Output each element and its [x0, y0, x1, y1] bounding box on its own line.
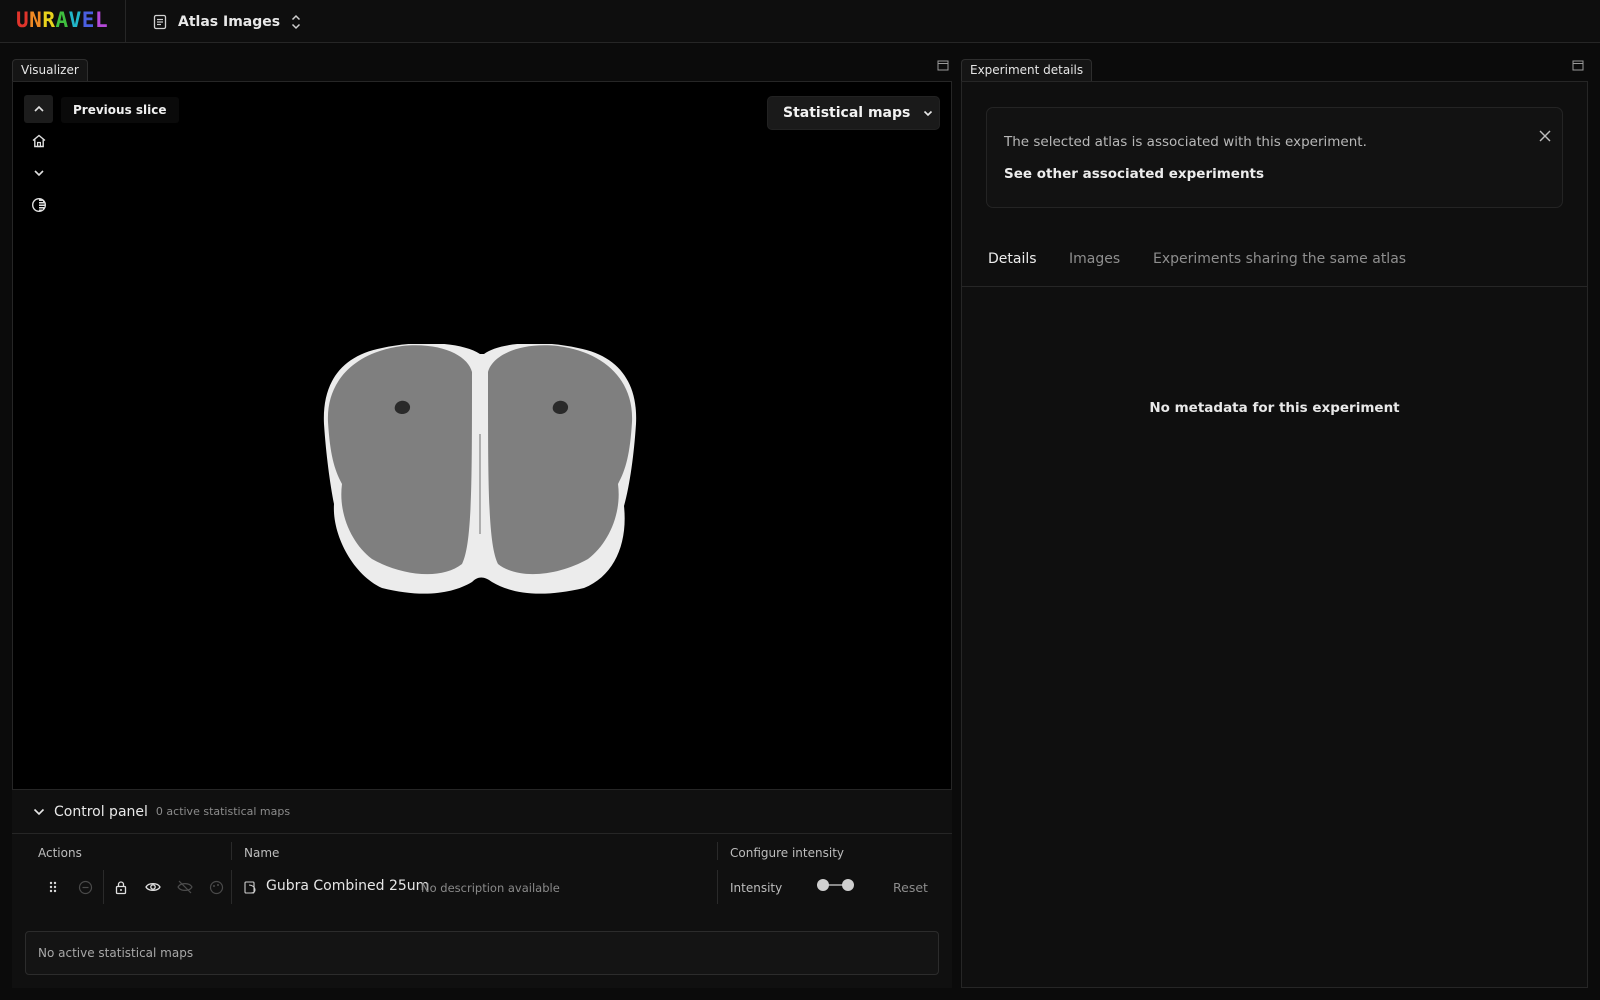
lock-icon[interactable]: [113, 879, 129, 895]
contrast-button[interactable]: [24, 191, 53, 219]
eye-icon[interactable]: [145, 879, 161, 895]
column-header-actions: Actions: [38, 846, 82, 860]
eye-off-icon[interactable]: [177, 879, 193, 895]
statistical-map-name: Gubra Combined 25um: [266, 878, 430, 894]
tooltip: Previous slice: [61, 97, 179, 123]
divider: [717, 870, 718, 904]
remove-icon[interactable]: [77, 879, 93, 895]
palette-icon[interactable]: [208, 879, 224, 895]
maximize-icon[interactable]: [1572, 60, 1584, 71]
control-panel-header[interactable]: Control panel 0 active statistical maps: [12, 790, 952, 834]
tab-experiment-details[interactable]: Experiment details: [961, 59, 1093, 81]
drag-handle-icon[interactable]: [45, 879, 61, 895]
logo-letter: R: [42, 8, 56, 32]
logo-letter: L: [94, 8, 109, 32]
atlas-notice-text: The selected atlas is associated with th…: [1004, 134, 1367, 150]
atlas-icon: [242, 879, 258, 895]
experiment-details-panel: [961, 81, 1588, 988]
statistical-map-description: No description available: [421, 881, 560, 895]
statistical-maps-dropdown[interactable]: Statistical maps: [767, 96, 940, 130]
top-bar: UNRAVEL Atlas Images: [0, 0, 1600, 43]
chevron-up-down-icon: [290, 13, 302, 31]
document-icon: [152, 14, 168, 30]
divider: [125, 0, 126, 43]
tab-visualizer[interactable]: Visualizer: [12, 59, 88, 81]
divider: [231, 842, 232, 860]
slider-handle-min[interactable]: [817, 879, 829, 891]
contrast-icon: [31, 197, 46, 213]
atlas-notice: The selected atlas is associated with th…: [986, 107, 1563, 208]
intensity-label: Intensity: [730, 881, 783, 895]
intensity-range-slider[interactable]: [817, 878, 854, 892]
chevron-up-icon: [33, 105, 44, 112]
logo-letter: A: [55, 8, 69, 32]
control-panel: Control panel 0 active statistical maps …: [12, 789, 952, 988]
logo-letter: U: [16, 8, 30, 32]
empty-state-message: No active statistical maps: [25, 931, 939, 975]
divider: [717, 842, 718, 860]
maximize-icon[interactable]: [937, 60, 949, 71]
divider: [103, 870, 104, 904]
dataset-selector-label: Atlas Images: [178, 14, 281, 30]
column-header-configure-intensity: Configure intensity: [730, 846, 844, 860]
divider: [231, 870, 232, 904]
chevron-down-icon: [924, 110, 933, 117]
logo-letter: N: [29, 8, 43, 32]
see-other-experiments-link[interactable]: See other associated experiments: [1004, 166, 1264, 182]
logo-letter: E: [81, 8, 95, 32]
statistical-maps-label: Statistical maps: [783, 105, 911, 121]
chevron-down-icon[interactable]: [32, 805, 46, 819]
dataset-selector[interactable]: Atlas Images: [152, 10, 302, 34]
app-logo[interactable]: UNRAVEL: [16, 8, 108, 32]
control-panel-title: Control panel: [54, 803, 148, 820]
previous-slice-button[interactable]: [24, 95, 53, 123]
column-header-name: Name: [244, 846, 280, 860]
home-icon: [32, 134, 45, 148]
no-metadata-message: No metadata for this experiment: [1149, 400, 1400, 416]
tab-experiments-sharing-atlas[interactable]: Experiments sharing the same atlas: [1153, 251, 1406, 267]
control-panel-subtitle: 0 active statistical maps: [155, 805, 291, 818]
next-slice-button[interactable]: [24, 159, 53, 187]
home-button[interactable]: [24, 127, 53, 155]
tab-details[interactable]: Details: [988, 251, 1037, 267]
reset-button[interactable]: Reset: [893, 880, 928, 895]
logo-letter: V: [68, 8, 82, 32]
chevron-down-icon: [33, 170, 44, 177]
slider-handle-max[interactable]: [842, 879, 854, 891]
close-icon[interactable]: [1538, 129, 1552, 143]
brain-slice-image[interactable]: [322, 343, 642, 600]
tab-images[interactable]: Images: [1069, 251, 1120, 267]
experiment-tabs: Details Images Experiments sharing the s…: [961, 246, 1588, 287]
